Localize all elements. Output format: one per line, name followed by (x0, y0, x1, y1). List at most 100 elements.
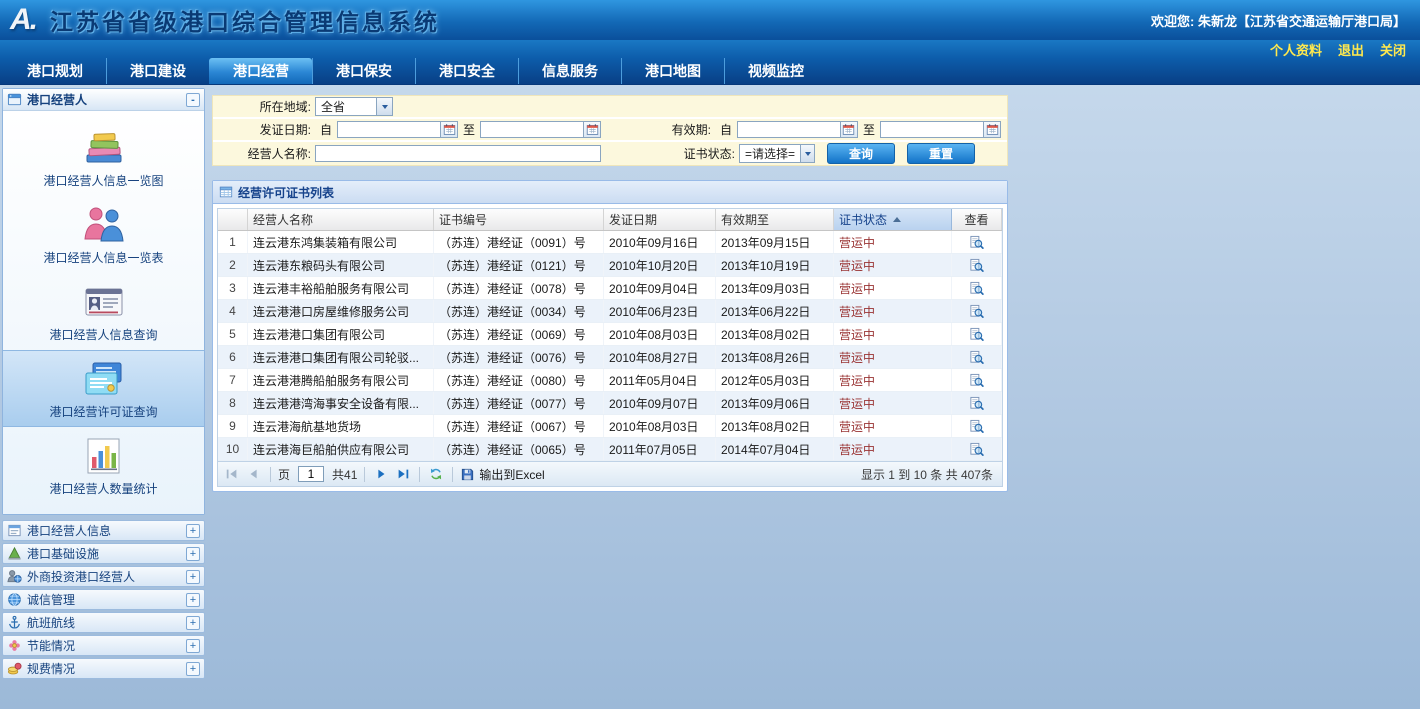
validity-from-calendar-button[interactable] (841, 121, 858, 138)
books-icon (82, 128, 126, 168)
table-row[interactable]: 6 连云港港口集团有限公司轮驳... （苏连）港经证（0076）号 2010年0… (218, 346, 1002, 369)
view-button[interactable] (969, 441, 985, 457)
nav-tab[interactable]: 港口规划 (4, 58, 106, 84)
first-page-button[interactable] (223, 465, 241, 483)
issue-date-from-calendar-button[interactable] (441, 121, 458, 138)
table-row[interactable]: 3 连云港丰裕船舶服务有限公司 （苏连）港经证（0078）号 2010年09月0… (218, 277, 1002, 300)
row-number-cell: 8 (218, 392, 248, 414)
page-input[interactable] (298, 466, 324, 482)
cert-no-cell: （苏连）港经证（0080）号 (434, 369, 604, 391)
table-row[interactable]: 5 连云港港口集团有限公司 （苏连）港经证（0069）号 2010年08月03日… (218, 323, 1002, 346)
sidebar-collapsed-panel[interactable]: 外商投资港口经营人 + (2, 566, 205, 587)
view-button[interactable] (969, 372, 985, 388)
table-row[interactable]: 10 连云港海巨船舶供应有限公司 （苏连）港经证（0065）号 2011年07月… (218, 438, 1002, 461)
sidebar-item[interactable]: 港口经营人数量统计 (3, 427, 204, 504)
refresh-button[interactable] (427, 465, 445, 483)
nav-tab[interactable]: 港口安全 (415, 58, 518, 84)
table-row[interactable]: 9 连云港海航基地货场 （苏连）港经证（0067）号 2010年08月03日 2… (218, 415, 1002, 438)
nav-tab[interactable]: 视频监控 (724, 58, 827, 84)
sidebar-item[interactable]: 港口经营人信息一览表 (3, 196, 204, 273)
to-label: 至 (863, 121, 875, 138)
view-button[interactable] (969, 418, 985, 434)
cert-no-cell: （苏连）港经证（0121）号 (434, 254, 604, 276)
expand-button[interactable]: + (186, 616, 200, 630)
query-button[interactable]: 查询 (827, 143, 895, 164)
next-page-button[interactable] (372, 465, 390, 483)
view-button[interactable] (969, 280, 985, 296)
sidebar-collapsed-panel[interactable]: 航班航线 + (2, 612, 205, 633)
header-link[interactable]: 个人资料 (1270, 40, 1322, 59)
region-select-value: 全省 (316, 98, 376, 115)
date-row: 发证日期: 自 至 有效期: 自 (213, 119, 1007, 142)
expand-button[interactable]: + (186, 547, 200, 561)
sidebar-item[interactable]: 港口经营人信息查询 (3, 273, 204, 350)
nav-tab[interactable]: 港口经营 (209, 58, 312, 84)
prev-page-button[interactable] (245, 465, 263, 483)
expand-button[interactable]: + (186, 662, 200, 676)
sidebar-collapsed-panel[interactable]: 诚信管理 + (2, 589, 205, 610)
header-link[interactable]: 关闭 (1380, 40, 1406, 59)
table-row[interactable]: 2 连云港东粮码头有限公司 （苏连）港经证（0121）号 2010年10月20日… (218, 254, 1002, 277)
sidebar-item-label: 港口经营人信息查询 (49, 326, 157, 343)
fee-icon (7, 661, 22, 676)
column-header-operator-name[interactable]: 经营人名称 (248, 209, 434, 230)
view-button[interactable] (969, 234, 985, 250)
cert-status-select-value: =请选择= (740, 145, 800, 162)
status-cell: 营运中 (834, 231, 952, 253)
column-header-issue-date[interactable]: 发证日期 (604, 209, 716, 230)
issue-date-cell: 2010年06月23日 (604, 300, 716, 322)
issue-date-to-input[interactable] (480, 121, 584, 138)
column-header-status[interactable]: 证书状态 (834, 209, 952, 230)
table-row[interactable]: 1 连云港东鸿集装箱有限公司 （苏连）港经证（0091）号 2010年09月16… (218, 231, 1002, 254)
from-label: 自 (320, 121, 332, 138)
sidebar-item[interactable]: 港口经营人信息一览图 (3, 119, 204, 196)
nav-tab[interactable]: 信息服务 (518, 58, 621, 84)
view-button[interactable] (969, 326, 985, 342)
export-excel-button[interactable]: 输出到Excel (460, 466, 544, 483)
validity-to-input[interactable] (880, 121, 984, 138)
collapse-button[interactable]: - (186, 93, 200, 107)
table-row[interactable]: 8 连云港港湾海事安全设备有限... （苏连）港经证（0077）号 2010年0… (218, 392, 1002, 415)
expand-button[interactable]: + (186, 570, 200, 584)
column-header-cert-no[interactable]: 证书编号 (434, 209, 604, 230)
nav-tab[interactable]: 港口建设 (106, 58, 209, 84)
header-link[interactable]: 退出 (1338, 40, 1364, 59)
reset-button[interactable]: 重置 (907, 143, 975, 164)
table-row[interactable]: 4 连云港港口房屋维修服务公司 （苏连）港经证（0034）号 2010年06月2… (218, 300, 1002, 323)
validity-from-input[interactable] (737, 121, 841, 138)
view-button[interactable] (969, 349, 985, 365)
nav-tab-label: 港口保安 (336, 61, 392, 81)
column-header-valid-until[interactable]: 有效期至 (716, 209, 834, 230)
row-number-cell: 4 (218, 300, 248, 322)
sidebar-panel-header[interactable]: 港口经营人 - (3, 89, 204, 111)
cert-status-select[interactable]: =请选择= (739, 144, 815, 163)
cert-no-cell: （苏连）港经证（0069）号 (434, 323, 604, 345)
sidebar-collapsed-panel[interactable]: 港口经营人信息 + (2, 520, 205, 541)
sidebar-collapsed-panel[interactable]: 规费情况 + (2, 658, 205, 679)
last-page-button[interactable] (394, 465, 412, 483)
sidebar-collapsed-panel[interactable]: 节能情况 + (2, 635, 205, 656)
issue-date-from-input[interactable] (337, 121, 441, 138)
expand-button[interactable]: + (186, 593, 200, 607)
table-row[interactable]: 7 连云港港腾船舶服务有限公司 （苏连）港经证（0080）号 2011年05月0… (218, 369, 1002, 392)
nav-tab[interactable]: 港口地图 (621, 58, 724, 84)
sidebar-item-label: 港口经营许可证查询 (49, 403, 157, 420)
expand-button[interactable]: + (186, 639, 200, 653)
sidebar-item[interactable]: 港口经营许可证查询 (3, 350, 204, 427)
validity-to-calendar-button[interactable] (984, 121, 1001, 138)
calendar-icon (443, 123, 456, 136)
view-button[interactable] (969, 395, 985, 411)
nav-tab-label: 港口安全 (439, 61, 495, 81)
region-select[interactable]: 全省 (315, 97, 393, 116)
view-button[interactable] (969, 303, 985, 319)
operator-name-input[interactable] (315, 145, 601, 162)
sidebar-collapsed-panel[interactable]: 港口基础设施 + (2, 543, 205, 564)
pager-separator (270, 467, 271, 482)
issue-date-to-calendar-button[interactable] (584, 121, 601, 138)
license-icon (82, 359, 126, 399)
view-button[interactable] (969, 257, 985, 273)
expand-button[interactable]: + (186, 524, 200, 538)
first-page-icon (225, 467, 239, 481)
status-cell: 营运中 (834, 415, 952, 437)
nav-tab[interactable]: 港口保安 (312, 58, 415, 84)
